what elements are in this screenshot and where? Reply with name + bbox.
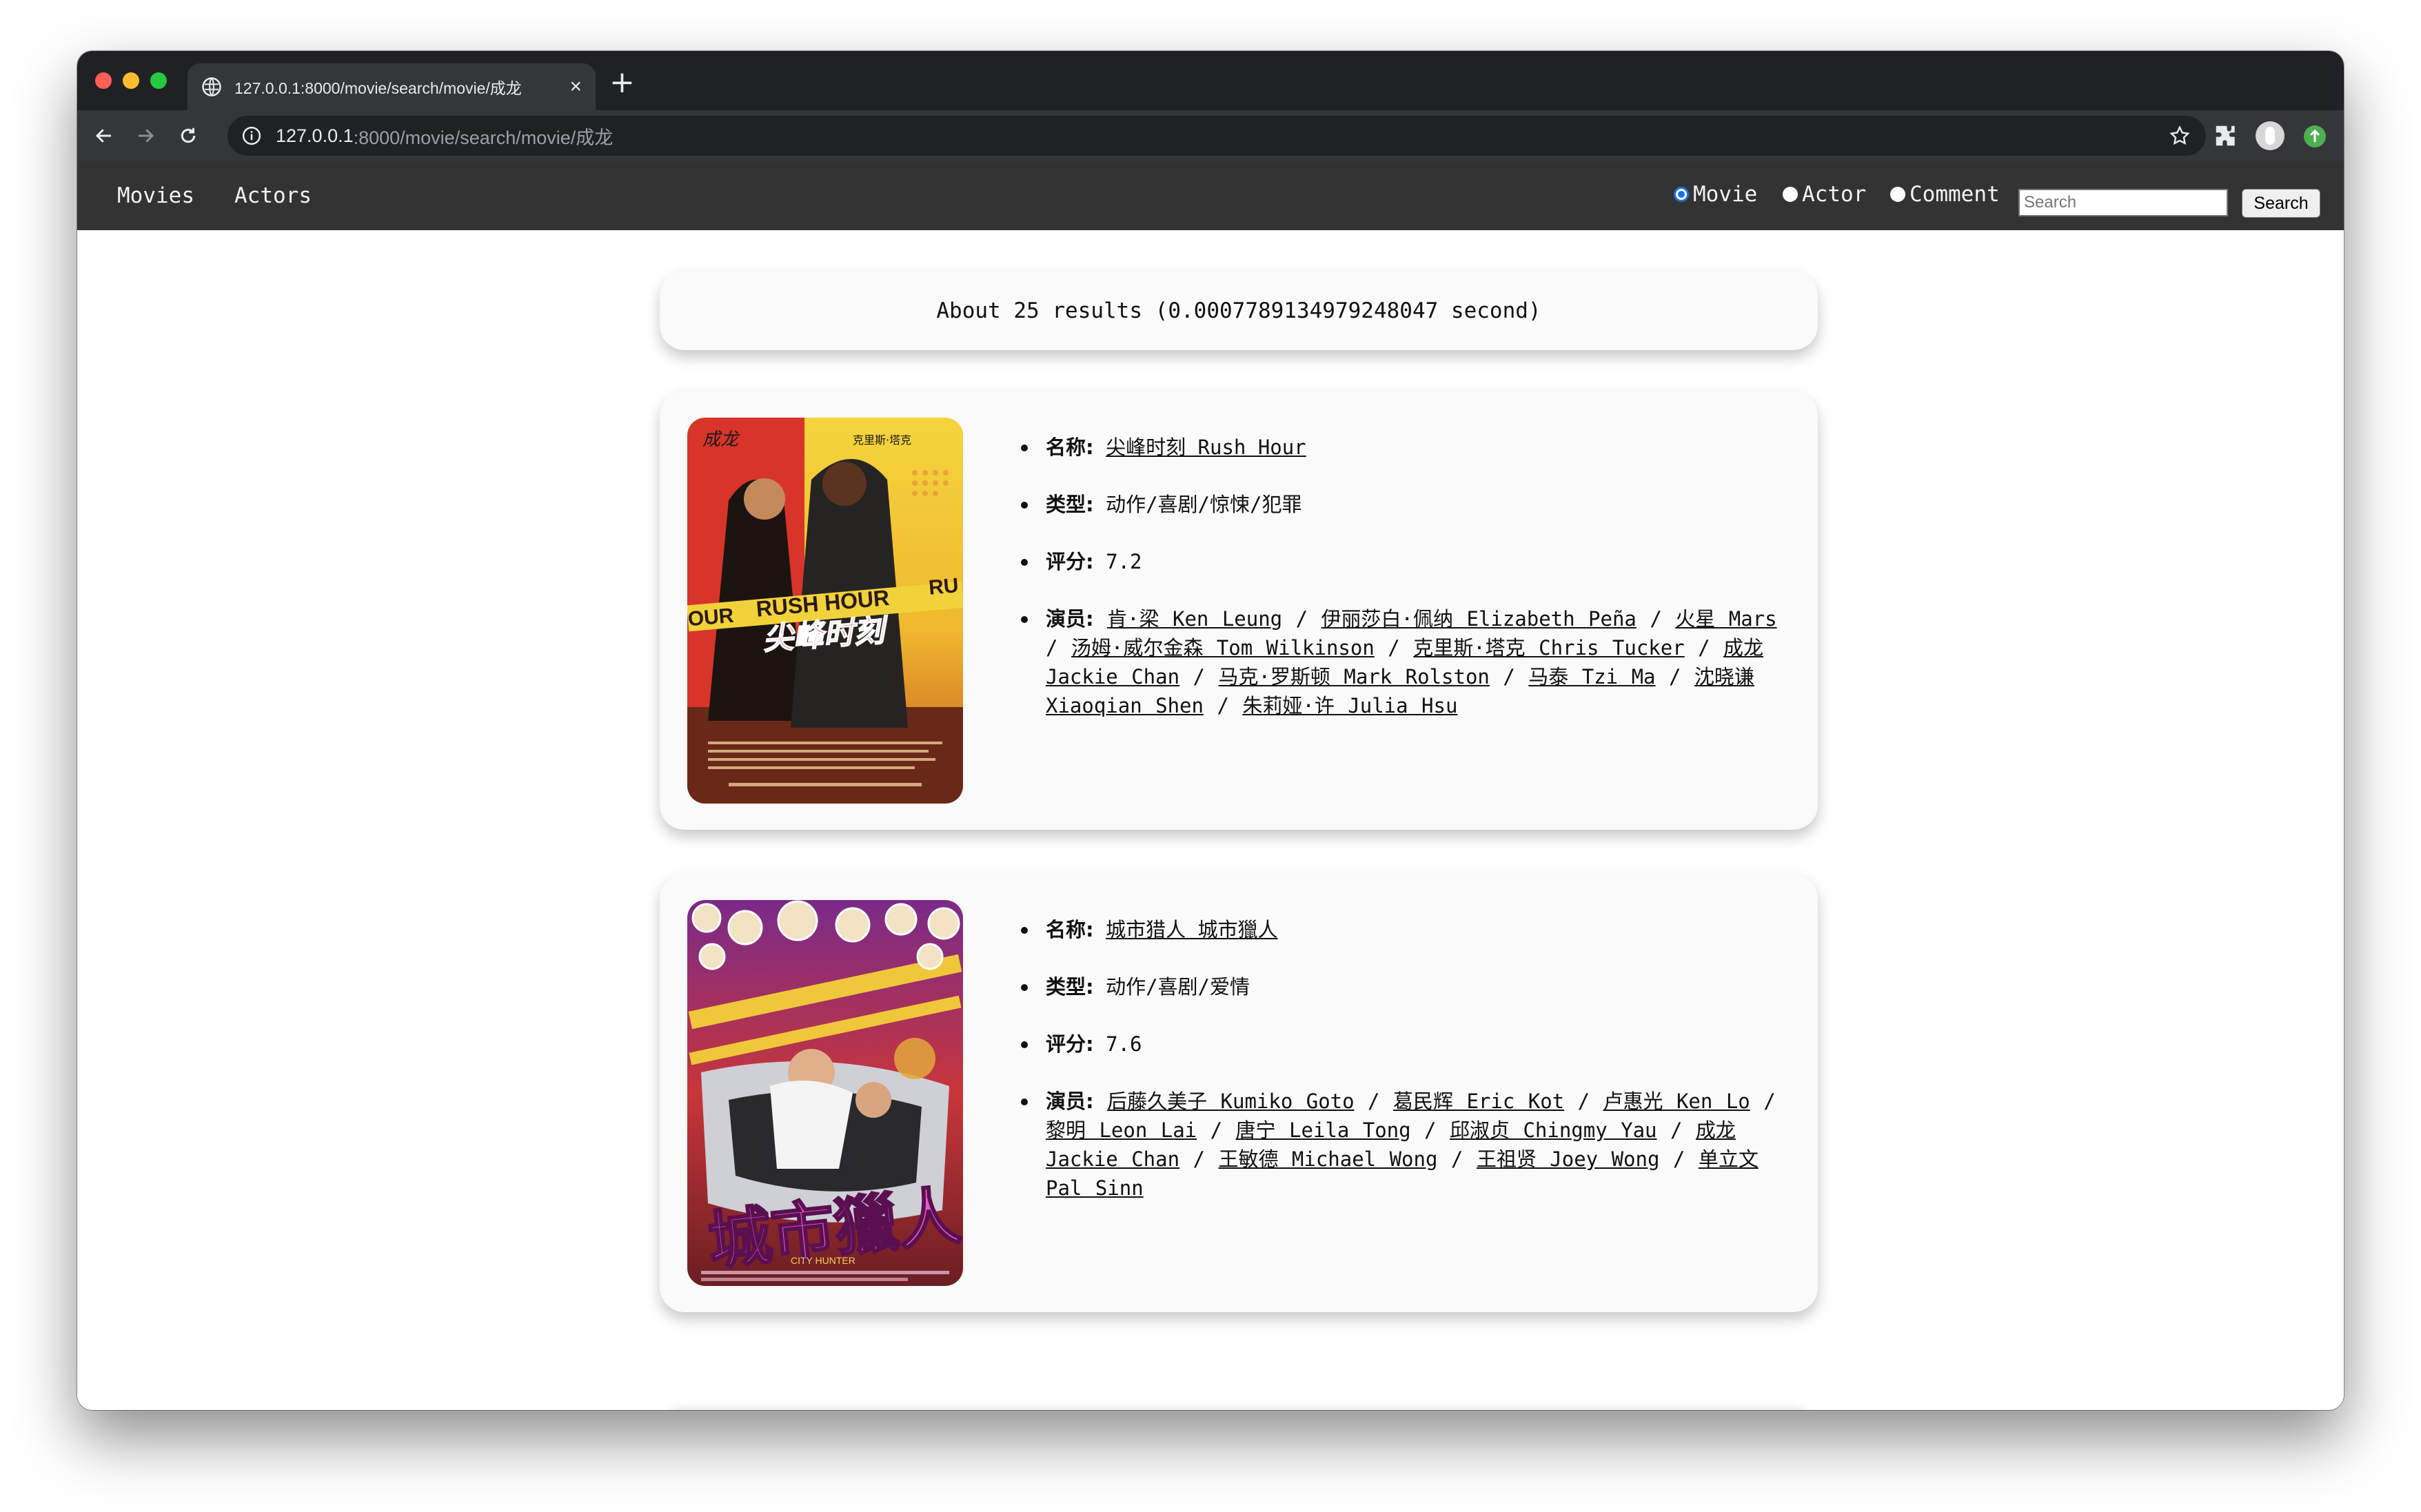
radio-option-movie[interactable]: Movie — [1674, 182, 1757, 207]
bookmark-star-icon[interactable] — [2169, 125, 2191, 147]
site-navbar: Movies Actors Movie Actor Comment Search — [77, 161, 2344, 230]
url-host: 127.0.0.1 — [276, 125, 354, 146]
info-icon[interactable] — [241, 125, 262, 146]
genre-label: 类型: — [1046, 493, 1094, 516]
actor-link[interactable]: 汤姆·威尔金森 Tom Wilkinson — [1071, 636, 1375, 660]
movie-actors-item: 演员: 肯·梁 Ken Leung / 伊丽莎白·佩纳 Elizabeth Pe… — [1021, 604, 1790, 720]
tab-bar: 127.0.0.1:8000/movie/search/movie/成龙 × + — [77, 51, 2344, 110]
actor-link[interactable]: 火星 Mars — [1675, 607, 1776, 631]
back-button[interactable] — [87, 119, 121, 153]
city-hunter-poster-image: 城市獵人 CITY HUNTER — [687, 900, 963, 1286]
tab-close-icon[interactable]: × — [569, 76, 582, 97]
actor-link[interactable]: 后藤久美子 Kumiko Goto — [1107, 1090, 1355, 1113]
actor-link[interactable]: 马克·罗斯顿 Mark Rolston — [1218, 665, 1489, 688]
actor-link[interactable]: 葛民辉 Eric Kot — [1393, 1090, 1564, 1113]
address-bar[interactable]: 127.0.0.1:8000/movie/search/movie/成龙 — [227, 116, 2206, 156]
actor-link[interactable]: 马泰 Tzi Ma — [1528, 665, 1655, 688]
movie-rating: 7.6 — [1106, 1032, 1142, 1056]
main-content: About 25 results (0.0007789134979248047 … — [77, 230, 2344, 1410]
poster-top-left-text: 成龙 — [702, 429, 740, 450]
arrow-left-icon — [95, 129, 111, 143]
results-summary: About 25 results (0.0007789134979248047 … — [936, 298, 1541, 323]
radio-comment[interactable] — [1890, 187, 1905, 202]
radio-label-actor: Actor — [1802, 182, 1867, 207]
actor-link[interactable]: 黎明 Leon Lai — [1046, 1118, 1197, 1142]
nav-link-actors[interactable]: Actors — [234, 183, 312, 208]
movie-rating-item: 评分: 7.2 — [1021, 547, 1790, 576]
radio-movie[interactable] — [1674, 187, 1689, 202]
movie-poster[interactable]: 成龙 克里斯·塔克 RUSH HOUR OUR RU 尖峰时刻 — [687, 418, 963, 804]
globe-icon — [202, 77, 221, 96]
update-icon[interactable] — [2304, 125, 2326, 147]
radio-label-comment: Comment — [1910, 182, 2000, 207]
new-tab-button[interactable]: + — [609, 68, 635, 98]
actors-label: 演员: — [1046, 607, 1094, 631]
actor-link[interactable]: 克里斯·塔克 Chris Tucker — [1413, 636, 1684, 660]
profile-avatar[interactable] — [2256, 121, 2285, 150]
url-path: :8000/movie/search/movie/成龙 — [353, 127, 614, 148]
movie-title-link[interactable]: 城市猎人 城市獵人 — [1106, 918, 1277, 941]
movie-card: 城市獵人 CITY HUNTER 名称: 城市猎人 城市獵人 类型: 动作/喜剧… — [660, 874, 1818, 1312]
poster-top-right-text: 克里斯·塔克 — [853, 433, 911, 447]
movie-genre-item: 类型: 动作/喜剧/爱情 — [1021, 972, 1790, 1001]
browser-tab[interactable]: 127.0.0.1:8000/movie/search/movie/成龙 × — [188, 63, 596, 110]
rating-label: 评分: — [1046, 1032, 1094, 1056]
browser-toolbar: 127.0.0.1:8000/movie/search/movie/成龙 — [77, 110, 2344, 161]
browser-window: 127.0.0.1:8000/movie/search/movie/成龙 × + — [77, 51, 2344, 1410]
search-button[interactable]: Search — [2242, 189, 2320, 218]
movie-actors-item: 演员: 后藤久美子 Kumiko Goto / 葛民辉 Eric Kot / 卢… — [1021, 1087, 1790, 1203]
movie-genre-item: 类型: 动作/喜剧/惊悚/犯罪 — [1021, 490, 1790, 519]
results-summary-card: About 25 results (0.0007789134979248047 … — [660, 272, 1818, 350]
movie-info-list: 名称: 尖峰时刻 Rush Hour 类型: 动作/喜剧/惊悚/犯罪 评分: 7… — [1021, 433, 1790, 748]
nav-link-movies[interactable]: Movies — [117, 183, 194, 208]
reload-icon — [181, 127, 196, 143]
actor-link[interactable]: 伊丽莎白·佩纳 Elizabeth Peña — [1321, 607, 1637, 631]
tab-title: 127.0.0.1:8000/movie/search/movie/成龙 — [234, 79, 522, 97]
movie-name-item: 名称: 城市猎人 城市獵人 — [1021, 915, 1790, 944]
rating-label: 评分: — [1046, 550, 1094, 573]
actor-link[interactable]: 王敏德 Michael Wong — [1218, 1147, 1437, 1171]
actor-link[interactable]: 唐宁 Leila Tong — [1236, 1118, 1411, 1142]
reload-button[interactable] — [171, 119, 205, 153]
search-input[interactable] — [2018, 189, 2228, 216]
actor-link[interactable]: 卢惠光 Ken Lo — [1603, 1090, 1750, 1113]
arrow-right-icon — [139, 129, 154, 143]
radio-label-movie: Movie — [1693, 182, 1758, 207]
name-label: 名称: — [1046, 436, 1094, 459]
movie-info-list: 名称: 城市猎人 城市獵人 类型: 动作/喜剧/爱情 评分: 7.6 演员: 后… — [1021, 915, 1790, 1231]
poster-side-text-left: OUR — [687, 604, 735, 631]
movie-card: 成龙 克里斯·塔克 RUSH HOUR OUR RU 尖峰时刻 名称: 尖峰时刻… — [660, 391, 1818, 830]
rush-hour-poster-image: 成龙 克里斯·塔克 RUSH HOUR OUR RU 尖峰时刻 — [687, 418, 963, 804]
radio-option-actor[interactable]: Actor — [1783, 182, 1866, 207]
movie-poster[interactable]: 城市獵人 CITY HUNTER — [687, 900, 963, 1286]
movie-name-item: 名称: 尖峰时刻 Rush Hour — [1021, 433, 1790, 462]
radio-option-comment[interactable]: Comment — [1890, 182, 2000, 207]
movie-genre: 动作/喜剧/爱情 — [1106, 975, 1250, 999]
actor-link[interactable]: 肯·梁 Ken Leung — [1107, 607, 1282, 631]
extensions-puzzle-icon[interactable] — [2213, 123, 2239, 149]
name-label: 名称: — [1046, 918, 1094, 941]
actors-label: 演员: — [1046, 1090, 1094, 1113]
radio-actor[interactable] — [1783, 187, 1798, 202]
close-window-button[interactable] — [95, 72, 112, 89]
movie-genre: 动作/喜剧/惊悚/犯罪 — [1106, 493, 1302, 516]
actor-link[interactable]: 朱莉娅·许 Julia Hsu — [1242, 694, 1457, 717]
genre-label: 类型: — [1046, 975, 1094, 999]
movie-rating-item: 评分: 7.6 — [1021, 1030, 1790, 1059]
actor-link[interactable]: 王祖贤 Joey Wong — [1477, 1147, 1660, 1171]
movie-rating: 7.2 — [1106, 550, 1142, 573]
maximize-window-button[interactable] — [150, 72, 167, 89]
actor-link[interactable]: 邱淑贞 Chingmy Yau — [1450, 1118, 1657, 1142]
minimize-window-button[interactable] — [123, 72, 139, 89]
poster-side-text-right: RU — [928, 574, 960, 600]
forward-button[interactable] — [128, 119, 163, 153]
movie-title-link[interactable]: 尖峰时刻 Rush Hour — [1106, 436, 1306, 459]
poster-english-title: CITY HUNTER — [791, 1255, 855, 1266]
